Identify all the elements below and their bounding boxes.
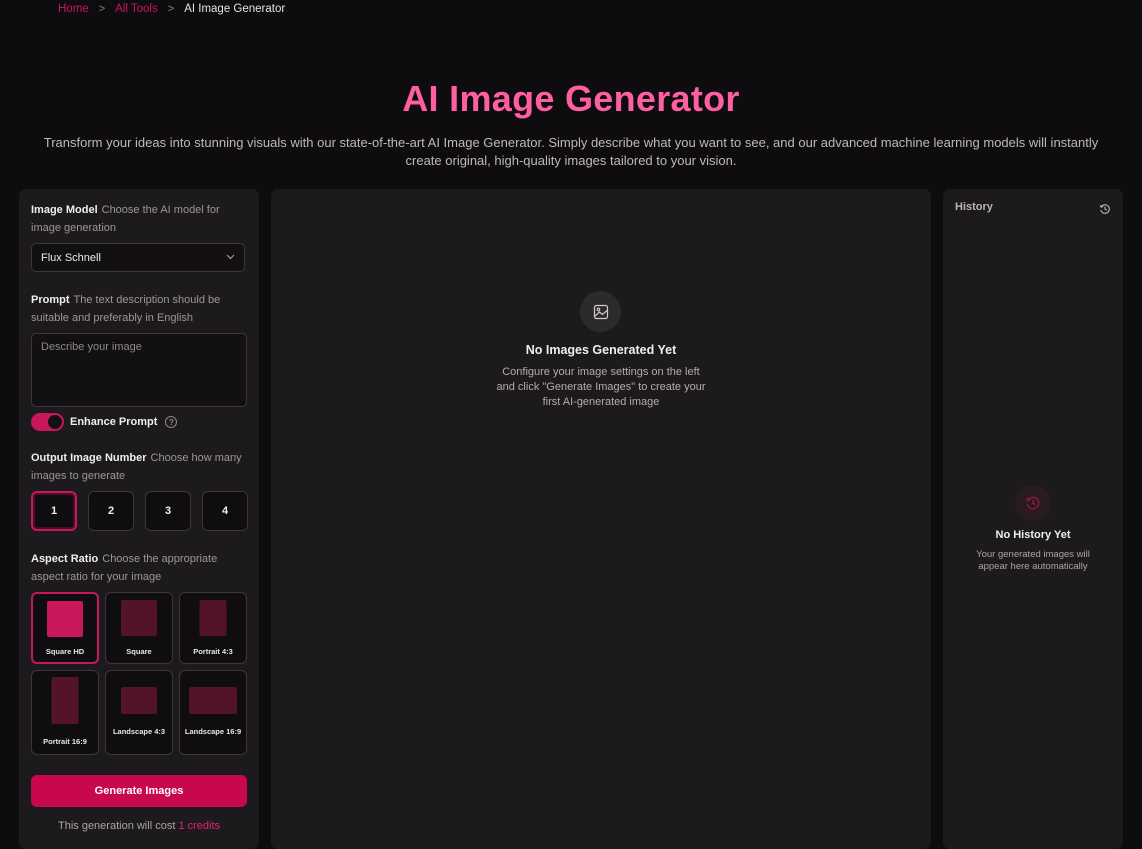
aspect-ratio-label: Aspect Ratio Choose the appropriate aspec… (31, 550, 247, 586)
aspect-ratio-options: Square HD Square Portrait 4:3 Portrait 1… (31, 592, 247, 755)
aspect-landscape-16-9-option[interactable]: Landscape 16:9 (179, 670, 247, 755)
history-empty-icon (1015, 485, 1051, 521)
aspect-square-hd-option[interactable]: Square HD (31, 592, 99, 664)
aspect-option-label: Portrait 16:9 (43, 737, 87, 746)
aspect-portrait-16-9-option[interactable]: Portrait 16:9 (31, 670, 99, 755)
output-number-1-button[interactable]: 1 (31, 491, 77, 531)
history-empty-description: Your generated images will appear here a… (976, 549, 1090, 572)
aspect-square-option[interactable]: Square (105, 592, 173, 664)
breadcrumb-home-link[interactable]: Home (58, 3, 89, 15)
aspect-portrait-16-9-preview (51, 677, 79, 724)
image-icon (580, 291, 621, 332)
history-title: History (955, 201, 993, 213)
image-model-select[interactable]: Flux Schnell (31, 243, 245, 272)
aspect-landscape-16-9-preview (189, 687, 237, 714)
cost-value: 1 credits (178, 820, 221, 832)
aspect-portrait-4-3-preview (199, 600, 227, 636)
image-model-value: Flux Schnell (41, 251, 101, 264)
aspect-landscape-4-3-preview (121, 687, 157, 714)
aspect-portrait-4-3-option[interactable]: Portrait 4:3 (179, 592, 247, 664)
toggle-knob (48, 415, 62, 429)
image-model-title: Image Model (31, 204, 98, 216)
history-icon[interactable] (1099, 202, 1111, 220)
prompt-input[interactable]: Describe your image (31, 333, 247, 407)
generation-cost: This generation will cost 1 credits (31, 820, 247, 832)
empty-state-title: No Images Generated Yet (525, 343, 677, 357)
output-number-label: Output Image Number Choose how many image… (31, 449, 247, 485)
aspect-square-hd-preview (47, 601, 83, 637)
prompt-placeholder: Describe your image (41, 341, 142, 353)
page-title: AI Image Generator (402, 78, 740, 119)
help-icon[interactable]: ? (165, 416, 178, 428)
output-number-title: Output Image Number (31, 452, 147, 464)
chevron-right-icon: > (167, 3, 175, 15)
aspect-option-label: Portrait 4:3 (193, 647, 233, 656)
aspect-option-label: Landscape 4:3 (112, 727, 166, 736)
output-number-3-button[interactable]: 3 (145, 491, 191, 531)
empty-state-description: Configure your image settings on the lef… (496, 366, 706, 408)
history-empty-title: No History Yet (995, 529, 1071, 541)
aspect-option-label: Square (126, 647, 152, 656)
breadcrumb-current: AI Image Generator (184, 3, 286, 15)
prompt-title: Prompt (31, 294, 70, 306)
output-number-4-button[interactable]: 4 (202, 491, 248, 531)
chevron-right-icon: > (98, 3, 106, 15)
chevron-down-icon (226, 252, 235, 263)
enhance-prompt-toggle[interactable] (31, 413, 64, 431)
output-number-2-button[interactable]: 2 (88, 491, 134, 531)
aspect-option-label: Square HD (45, 647, 85, 656)
aspect-square-preview (121, 600, 157, 636)
aspect-option-label: Landscape 16:9 (184, 727, 242, 736)
output-number-options: 1 2 3 4 (31, 491, 248, 531)
breadcrumb-all-tools-link[interactable]: All Tools (115, 3, 158, 15)
page-subtitle: Transform your ideas into stunning visua… (43, 135, 1099, 168)
cost-prefix: This generation will cost (57, 820, 176, 832)
preview-panel: No Images Generated Yet Configure your i… (271, 189, 931, 849)
aspect-ratio-title: Aspect Ratio (31, 553, 99, 565)
generate-images-button[interactable]: Generate Images (31, 775, 247, 807)
enhance-prompt-label: Enhance Prompt (70, 416, 158, 428)
image-model-label: Image Model Choose the AI model for image… (31, 201, 247, 237)
aspect-landscape-4-3-option[interactable]: Landscape 4:3 (105, 670, 173, 755)
history-panel: History No History Yet Your generated im… (943, 189, 1123, 849)
enhance-prompt-row: Enhance Prompt ? (31, 413, 178, 431)
settings-panel: Image Model Choose the AI model for image… (19, 189, 259, 849)
breadcrumb: Home > All Tools > AI Image Generator (58, 3, 285, 15)
prompt-label: Prompt The text description should be sui… (31, 291, 247, 327)
